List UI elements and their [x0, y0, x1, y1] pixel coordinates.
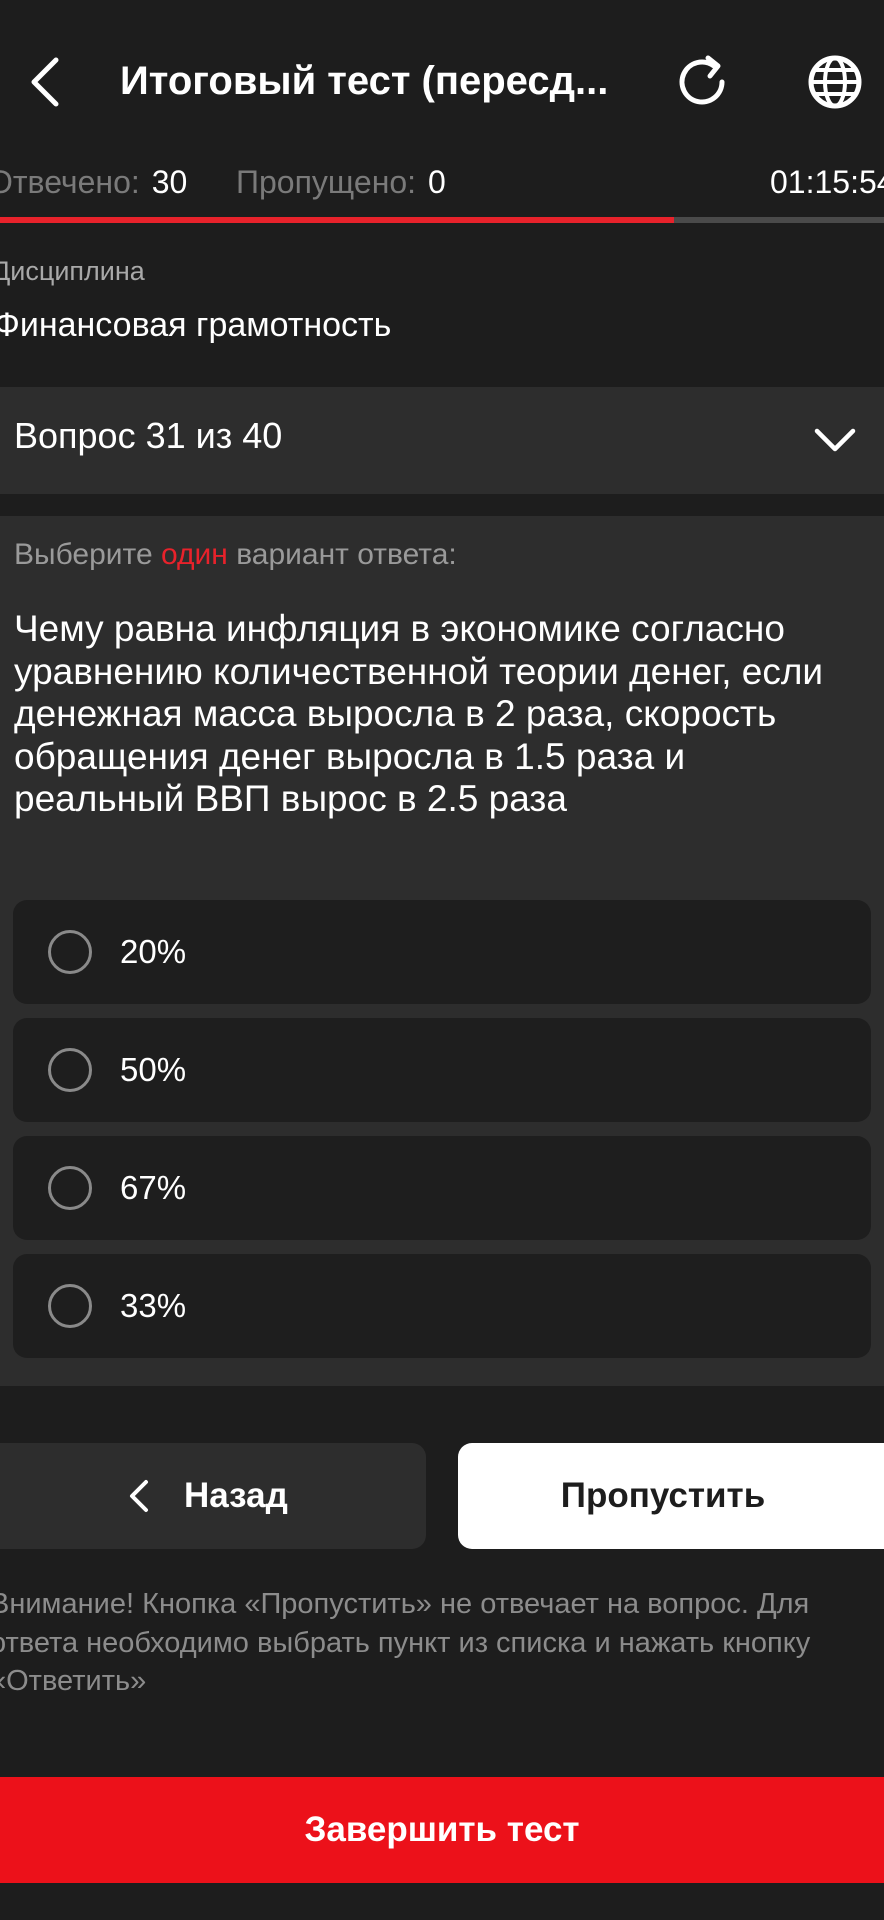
answer-option[interactable]: 50%: [13, 1018, 871, 1122]
back-button-label: Назад: [184, 1476, 288, 1515]
page-title: Итоговый тест (пересд...: [120, 59, 609, 103]
test-stats: Отвечено: 30 Пропущено: 0 01:15:54: [0, 160, 884, 210]
question-text: Чему равна инфляция в экономике согласно…: [14, 608, 824, 819]
progress-fill: [0, 217, 675, 223]
skip-warning: Внимание! Кнопка «Пропустить» не отвечае…: [0, 1588, 811, 1697]
answered-stat: Отвечено: 30: [0, 160, 187, 204]
chevron-left-icon: [130, 1480, 148, 1512]
answer-option[interactable]: 33%: [13, 1254, 871, 1358]
radio-button[interactable]: [48, 930, 92, 974]
skip-button-label: Пропустить: [560, 1476, 766, 1515]
radio-button[interactable]: [48, 1166, 92, 1210]
option-label: 20%: [120, 933, 187, 970]
option-label: 67%: [120, 1169, 187, 1206]
answer-option[interactable]: 20%: [13, 900, 871, 1004]
skipped-label: Пропущено:: [236, 164, 417, 200]
instruction-accent: один: [160, 538, 228, 571]
skip-button[interactable]: Пропустить: [458, 1443, 884, 1549]
discipline-value: Финансовая грамотность: [0, 306, 392, 344]
app-header: Итоговый тест (пересд...: [0, 0, 884, 165]
question-selector[interactable]: Вопрос 31 из 40: [0, 387, 884, 494]
instruction-text-end: вариант ответа:: [236, 538, 457, 571]
skipped-stat: Пропущено: 0: [236, 160, 446, 204]
chevron-down-icon: [814, 428, 856, 452]
globe-icon[interactable]: [805, 52, 865, 112]
question-number: Вопрос 31 из 40: [14, 415, 283, 456]
progress-bar: [0, 217, 884, 223]
discipline-label: Дисциплина: [0, 256, 145, 286]
skipped-value: 0: [428, 164, 446, 200]
refresh-icon[interactable]: [672, 52, 732, 112]
answered-value: 30: [151, 164, 188, 200]
radio-button[interactable]: [48, 1048, 92, 1092]
answer-option[interactable]: 67%: [13, 1136, 871, 1240]
radio-button[interactable]: [48, 1284, 92, 1328]
option-label: 50%: [120, 1051, 187, 1088]
finish-test-button[interactable]: Завершить тест: [0, 1777, 884, 1883]
timer: 01:15:54: [770, 164, 884, 200]
answer-instruction: Выберите один вариант ответа:: [14, 538, 457, 572]
chevron-left-icon[interactable]: [22, 52, 70, 112]
question-card: Выберите один вариант ответа: Чему равна…: [0, 516, 884, 1386]
finish-button-label: Завершить тест: [304, 1810, 580, 1849]
answered-label: Отвечено:: [0, 164, 140, 200]
option-label: 33%: [120, 1287, 187, 1324]
back-button[interactable]: Назад: [0, 1443, 426, 1549]
instruction-text: Выберите: [14, 538, 153, 571]
